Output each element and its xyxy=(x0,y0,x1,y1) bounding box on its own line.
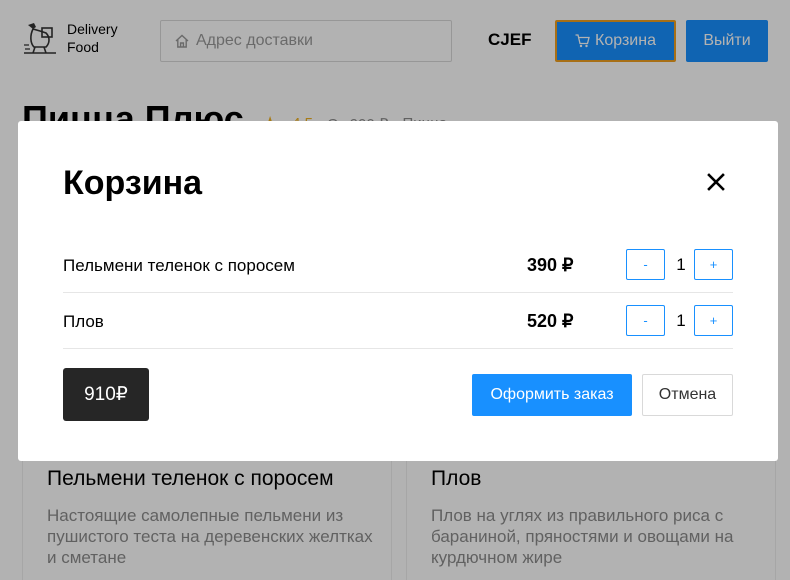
cart-item-quantity: 1 xyxy=(676,255,686,274)
cart-item-name: Плов xyxy=(63,312,104,331)
cart-item-price: 390 ₽ xyxy=(527,255,574,275)
increase-quantity-button[interactable]: + xyxy=(694,305,733,336)
cart-item-row: Пельмени теленок с поросем 390 ₽ - 1 + xyxy=(63,237,733,293)
modal-title: Корзина xyxy=(63,164,203,202)
decrease-quantity-button[interactable]: - xyxy=(626,305,665,336)
decrease-quantity-button[interactable]: - xyxy=(626,249,665,280)
close-icon[interactable] xyxy=(705,171,727,193)
cart-modal: Корзина Пельмени теленок с поросем 390 ₽… xyxy=(18,121,778,461)
increase-quantity-button[interactable]: + xyxy=(694,249,733,280)
cart-item-quantity: 1 xyxy=(676,311,686,330)
cart-item-price: 520 ₽ xyxy=(527,311,574,331)
cart-item-row: Плов 520 ₽ - 1 + xyxy=(63,293,733,349)
cancel-button[interactable]: Отмена xyxy=(642,374,733,416)
place-order-button[interactable]: Оформить заказ xyxy=(472,374,632,416)
cart-item-name: Пельмени теленок с поросем xyxy=(63,256,295,275)
cart-total: 910₽ xyxy=(63,368,149,421)
